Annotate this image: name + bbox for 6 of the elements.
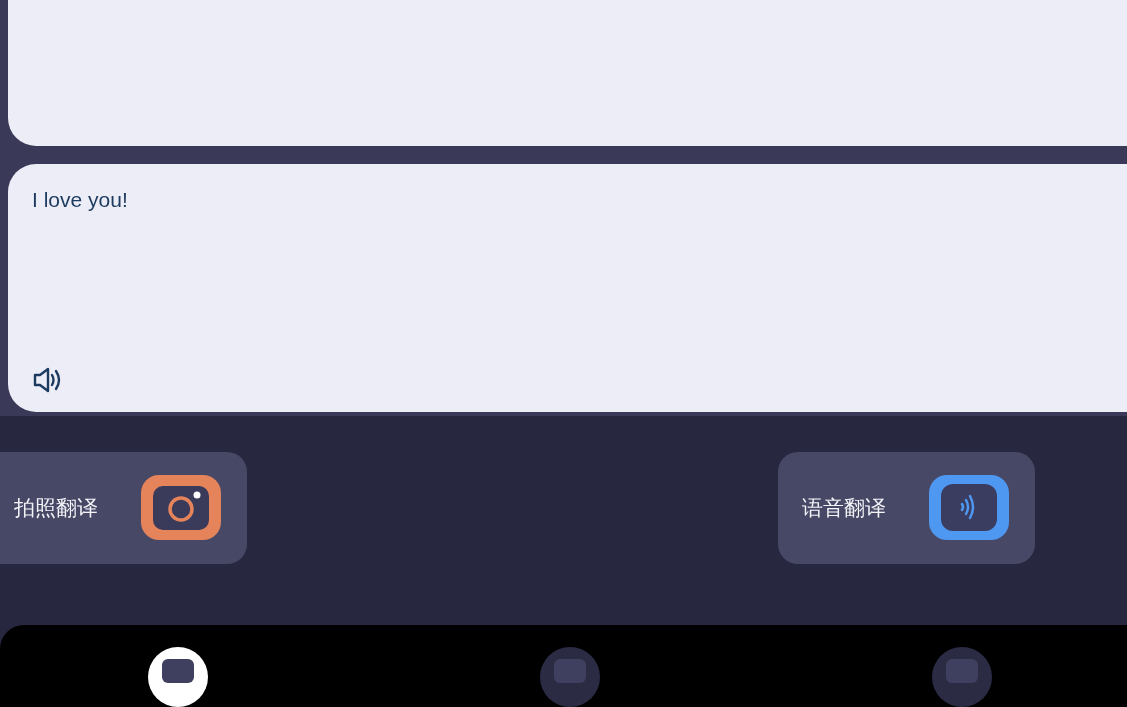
photo-translate-button[interactable]: 拍照翻译 bbox=[0, 451, 247, 564]
sound-wave-icon bbox=[929, 475, 1009, 541]
translation-text: I love you! bbox=[32, 188, 128, 212]
voice-translate-button[interactable]: 语音翻译 bbox=[778, 451, 1035, 564]
camera-icon bbox=[141, 475, 221, 541]
nav-tab[interactable] bbox=[148, 647, 208, 707]
